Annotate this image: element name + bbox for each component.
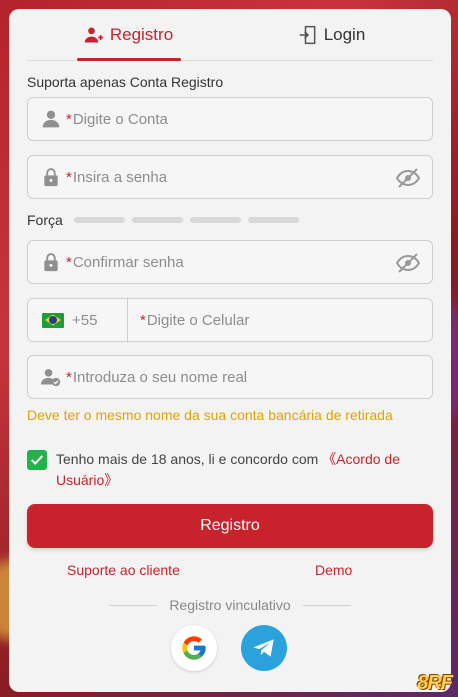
divider-label: Registro vinculativo	[169, 597, 291, 613]
agreement-checkbox[interactable]	[27, 450, 47, 470]
user-check-icon	[40, 366, 62, 388]
demo-link[interactable]: Demo	[315, 562, 352, 578]
register-card: Registro Login Suporta apenas Conta Regi…	[9, 9, 451, 692]
required-mark: *	[140, 311, 146, 329]
required-mark: *	[66, 253, 72, 271]
social-divider: Registro vinculativo	[109, 597, 352, 613]
country-code: +55	[72, 311, 98, 329]
agreement-row: Tenho mais de 18 anos, li e concordo com…	[27, 449, 433, 491]
confirm-password-input[interactable]: * Confirmar senha	[27, 240, 433, 284]
account-input[interactable]: * Digite o Conta	[27, 97, 433, 141]
agreement-statement: Tenho mais de 18 anos, li e concordo com	[56, 451, 323, 467]
google-icon	[182, 636, 206, 660]
country-code-selector[interactable]: +55	[42, 299, 128, 341]
realname-hint: Deve ter o mesmo nome da sua conta bancá…	[27, 407, 393, 423]
required-mark: *	[66, 110, 72, 128]
strength-bar	[247, 217, 299, 223]
brand-logo: 8RF	[417, 672, 453, 694]
strength-label: Força	[27, 212, 63, 228]
strength-bar	[73, 217, 125, 223]
phone-placeholder: Digite o Celular	[146, 311, 250, 329]
required-mark: *	[66, 168, 72, 186]
telegram-icon	[253, 639, 274, 657]
password-input[interactable]: * Insira a senha	[27, 155, 433, 199]
account-placeholder: Digite o Conta	[72, 110, 168, 128]
tab-registro-label: Registro	[109, 24, 174, 44]
password-placeholder: Insira a senha	[72, 168, 168, 186]
confirm-placeholder: Confirmar senha	[72, 253, 184, 271]
realname-placeholder: Introduza o seu nome real	[72, 368, 248, 386]
tab-login-label: Login	[323, 24, 366, 44]
realname-input[interactable]: * Introduza o seu nome real	[27, 355, 433, 399]
register-button[interactable]: Registro	[27, 504, 433, 548]
lock-icon	[40, 251, 62, 273]
divider-line	[302, 604, 352, 606]
eye-hidden-icon[interactable]	[396, 251, 420, 275]
customer-support-link[interactable]: Suporte ao cliente	[67, 562, 180, 578]
tab-login[interactable]: Login	[230, 9, 433, 60]
required-mark: *	[66, 368, 72, 386]
divider-line	[109, 604, 158, 606]
agreement-text: Tenho mais de 18 anos, li e concordo com…	[56, 449, 433, 491]
strength-bar	[131, 217, 183, 223]
lock-icon	[40, 166, 62, 188]
auth-tabs: Registro Login	[27, 9, 433, 61]
telegram-login-button[interactable]	[241, 625, 287, 671]
password-strength: Força	[27, 212, 299, 228]
tab-registro[interactable]: Registro	[27, 9, 230, 60]
brazil-flag-icon	[42, 312, 64, 328]
eye-hidden-icon[interactable]	[396, 166, 420, 190]
google-login-button[interactable]	[171, 625, 217, 671]
add-user-icon	[84, 27, 104, 42]
user-icon	[40, 108, 62, 130]
account-type-note: Suporta apenas Conta Registro	[27, 74, 224, 90]
checkmark-icon	[31, 455, 44, 465]
phone-field: +55 * Digite o Celular	[27, 298, 433, 342]
login-door-icon	[299, 25, 316, 44]
phone-input[interactable]: * Digite o Celular	[128, 312, 249, 329]
strength-bar	[189, 217, 241, 223]
